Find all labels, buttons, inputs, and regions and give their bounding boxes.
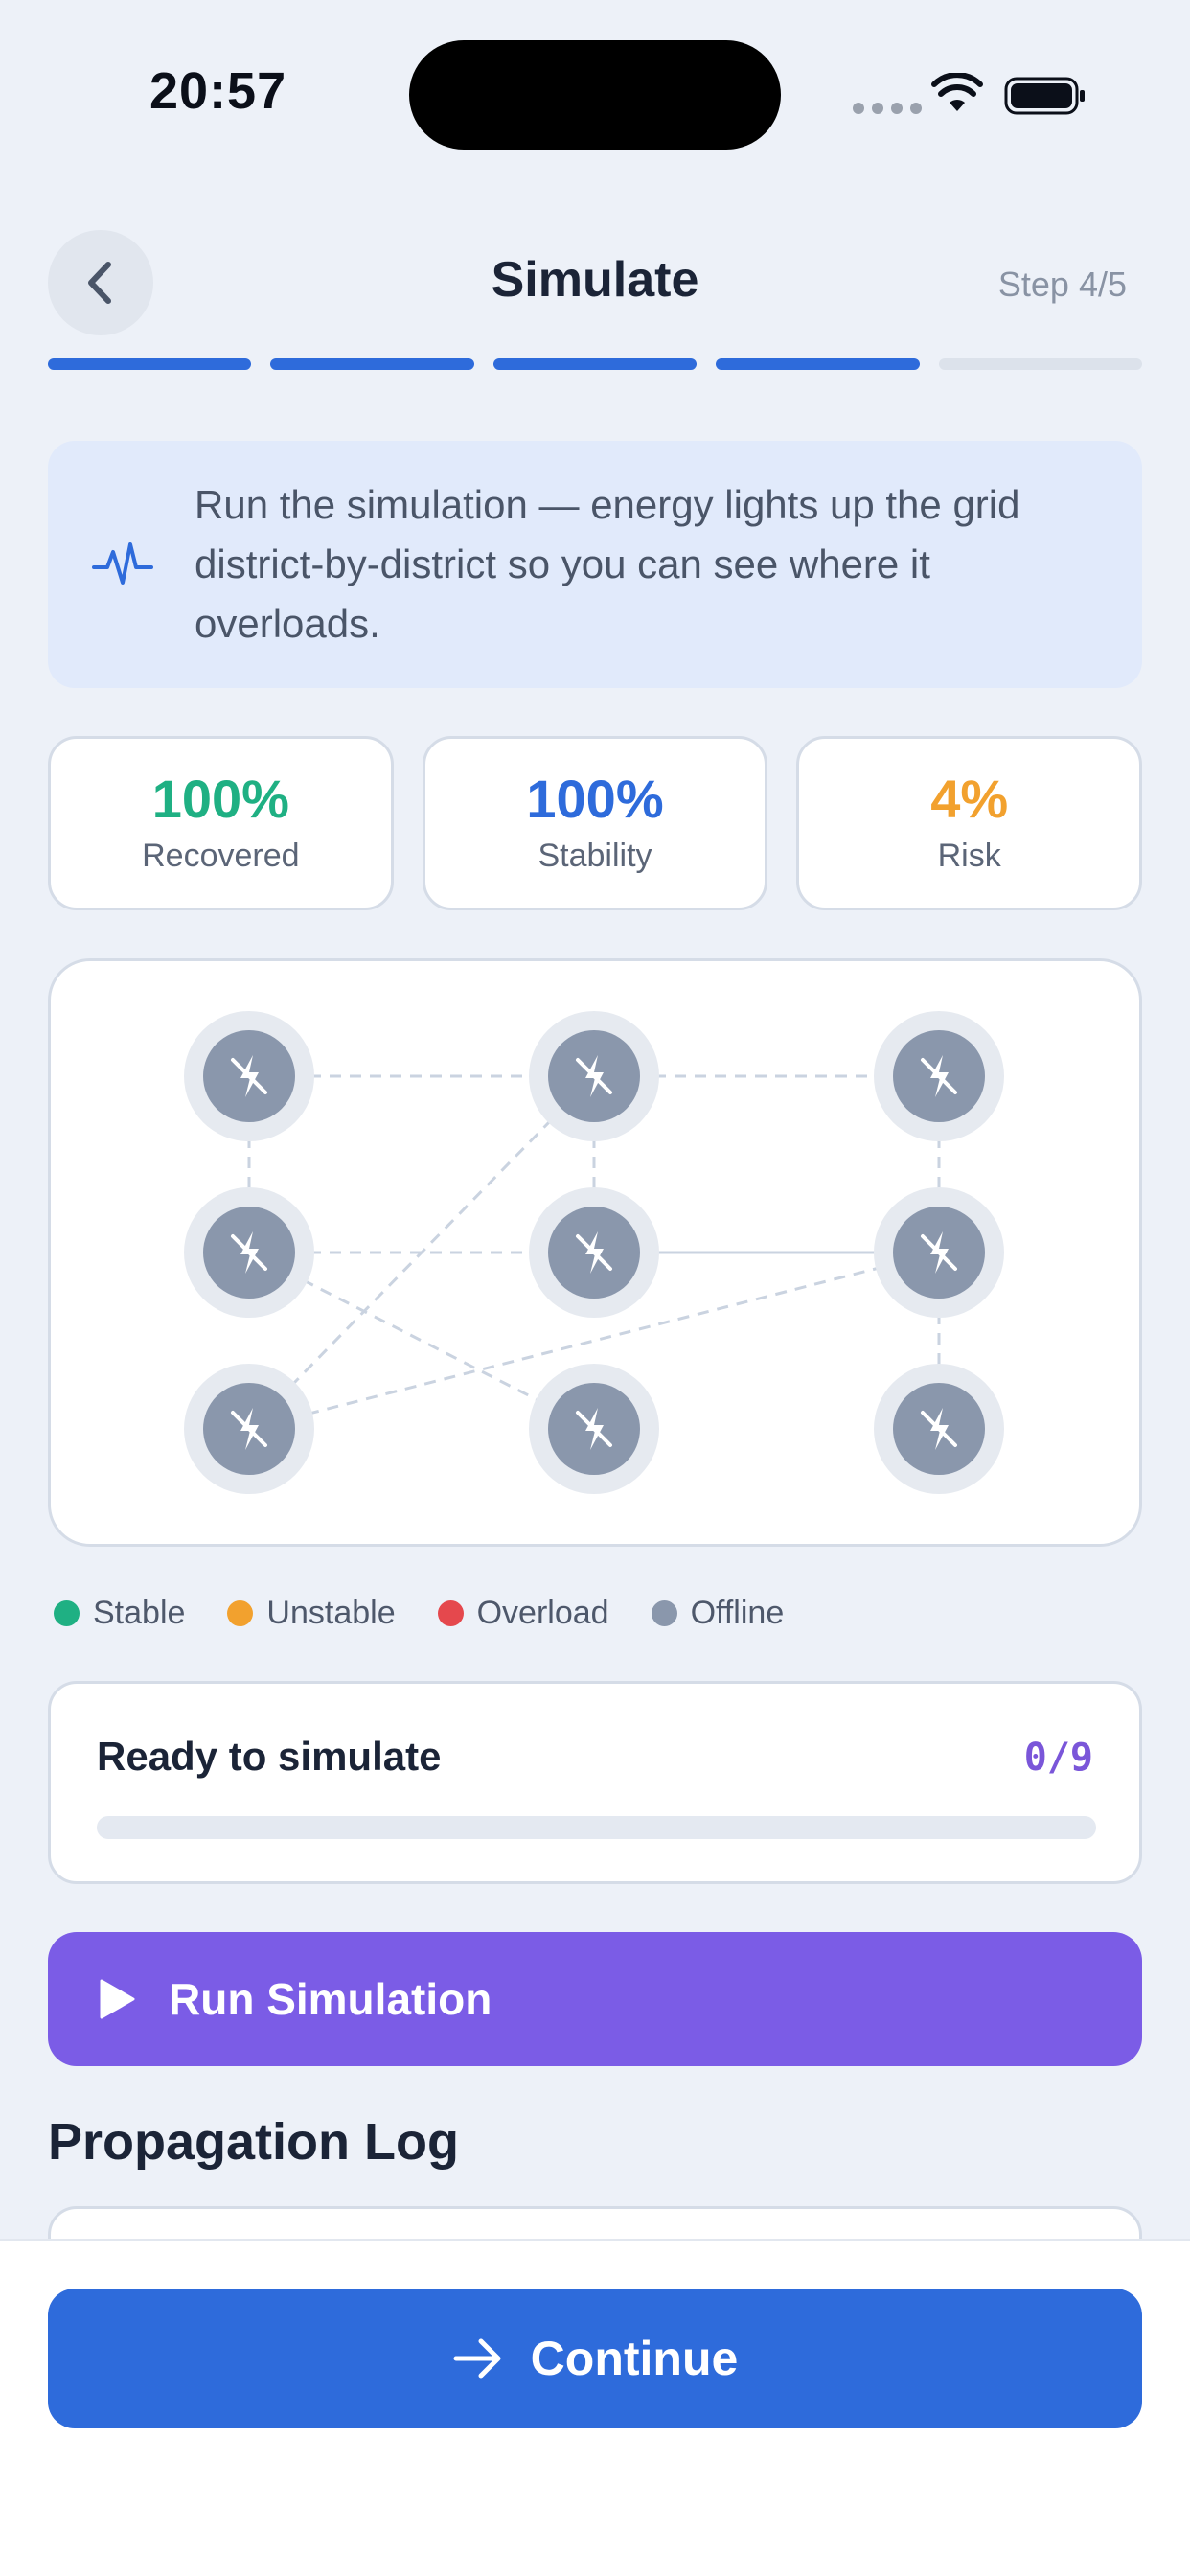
battery-icon xyxy=(1004,77,1085,115)
continue-label: Continue xyxy=(530,2332,739,2385)
legend-dot-unstable xyxy=(227,1600,254,1626)
legend-dot-offline xyxy=(651,1600,677,1626)
legend-label-stable: Stable xyxy=(93,1595,186,1631)
stat-card-recovered: 100% Recovered xyxy=(48,736,394,910)
run-simulation-button[interactable]: Run Simulation xyxy=(48,1932,1142,2066)
cellular-signal-icon xyxy=(853,103,922,114)
step-segment-3 xyxy=(492,358,698,370)
simulation-status: Ready to simulate xyxy=(97,1734,442,1779)
step-segment-5 xyxy=(938,358,1143,370)
grid-network xyxy=(184,1011,1004,1494)
dynamic-island xyxy=(409,40,781,150)
propagation-log-title: Propagation Log xyxy=(48,2113,459,2171)
continue-button[interactable]: Continue xyxy=(48,2288,1142,2428)
stat-label-risk: Risk xyxy=(937,838,1001,874)
stat-label-recovered: Recovered xyxy=(142,838,300,874)
simulation-progress-bar xyxy=(97,1816,1096,1839)
legend-dot-overload xyxy=(437,1600,464,1626)
stat-card-stability: 100% Stability xyxy=(422,736,768,910)
legend-label-overload: Overload xyxy=(476,1595,609,1631)
legend: Stable Unstable Overload Offline xyxy=(54,1595,784,1632)
step-segment-1 xyxy=(48,358,252,370)
info-text: Run the simulation — energy lights up th… xyxy=(195,482,1020,646)
status-time: 20:57 xyxy=(149,62,287,120)
legend-label-offline: Offline xyxy=(690,1595,785,1631)
grid-node-n2[interactable] xyxy=(529,1011,659,1141)
bottom-action-bar: Continue xyxy=(0,2239,1190,2576)
stat-card-risk: 4% Risk xyxy=(796,736,1143,910)
grid-node-n8[interactable] xyxy=(529,1364,659,1494)
play-icon xyxy=(100,1979,135,2019)
grid-node-n1[interactable] xyxy=(184,1011,314,1141)
legend-dot-stable xyxy=(54,1600,80,1626)
pulse-icon xyxy=(92,542,153,585)
step-indicator: Step 4/5 xyxy=(997,264,1127,304)
stats-row: 100% Recovered 100% Stability 4% Risk xyxy=(48,736,1143,910)
legend-item-stable: Stable xyxy=(54,1595,185,1632)
legend-item-overload: Overload xyxy=(437,1595,609,1632)
grid-node-n5[interactable] xyxy=(529,1187,659,1318)
grid-node-n6[interactable] xyxy=(874,1187,1004,1318)
stat-label-stability: Stability xyxy=(538,838,652,874)
step-segment-2 xyxy=(270,358,474,370)
arrow-right-icon xyxy=(453,2338,501,2379)
legend-item-offline: Offline xyxy=(651,1595,785,1632)
legend-item-unstable: Unstable xyxy=(227,1595,396,1632)
grid-network-panel xyxy=(48,958,1142,1547)
legend-label-unstable: Unstable xyxy=(266,1595,396,1631)
simulation-count: 0/9 xyxy=(1023,1736,1093,1780)
step-progress xyxy=(48,358,1143,370)
stat-value-risk: 4% xyxy=(930,769,1009,829)
stat-value-stability: 100% xyxy=(526,769,664,829)
grid-node-n4[interactable] xyxy=(184,1187,314,1318)
simulation-status-card: Ready to simulate 0/9 xyxy=(48,1681,1142,1884)
wifi-icon xyxy=(931,73,983,111)
status-bar: 20:57 xyxy=(0,0,1190,182)
info-banner: Run the simulation — energy lights up th… xyxy=(48,441,1142,688)
step-segment-4 xyxy=(716,358,920,370)
grid-node-n3[interactable] xyxy=(874,1011,1004,1141)
grid-node-n7[interactable] xyxy=(184,1364,314,1494)
stat-value-recovered: 100% xyxy=(151,769,289,829)
run-simulation-label: Run Simulation xyxy=(169,1974,492,2024)
grid-node-n9[interactable] xyxy=(874,1364,1004,1494)
